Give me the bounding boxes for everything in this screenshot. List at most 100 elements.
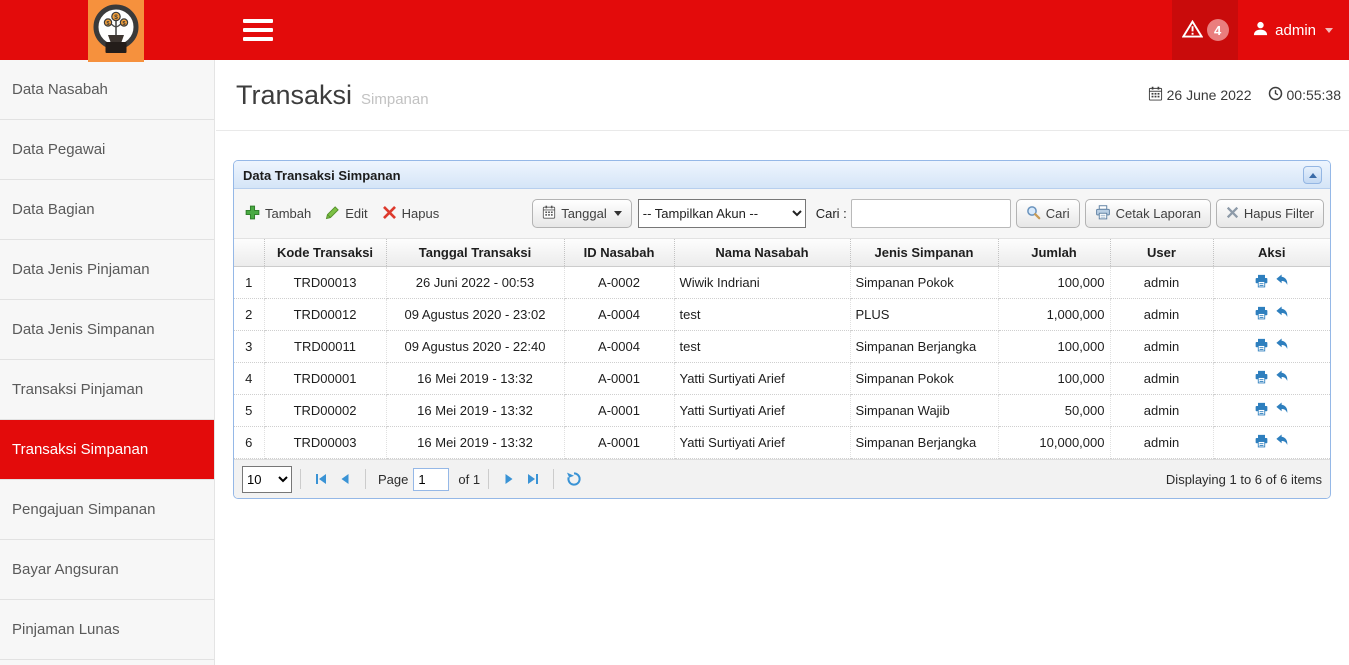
col-jenis-simpanan[interactable]: Jenis Simpanan <box>850 239 998 267</box>
cell-kode-transaksi: TRD00002 <box>264 395 386 427</box>
print-transaction-icon[interactable] <box>1254 434 1269 451</box>
tanggal-dropdown-button[interactable]: Tanggal <box>532 199 632 228</box>
table-header: Kode Transaksi Tanggal Transaksi ID Nasa… <box>234 239 1330 267</box>
print-transaction-icon[interactable] <box>1254 338 1269 355</box>
cell-jumlah: 100,000 <box>998 331 1110 363</box>
sidebar-item-data-nasabah[interactable]: Data Nasabah <box>0 60 214 120</box>
time-text: 00:55:38 <box>1287 87 1342 103</box>
user-dropdown[interactable]: admin <box>1238 0 1349 60</box>
table-row[interactable]: 2TRD0001209 Agustus 2020 - 23:02A-0004te… <box>234 299 1330 331</box>
panel-toolbar: Tambah Edit Hapus Tanggal <box>234 189 1330 239</box>
data-panel: Data Transaksi Simpanan Tambah Edit <box>233 160 1331 499</box>
next-page-button[interactable] <box>497 467 521 491</box>
tampilkan-akun-select[interactable]: -- Tampilkan Akun -- <box>638 199 806 228</box>
edit-button[interactable]: Edit <box>318 201 374 227</box>
cell-id-nasabah: A-0001 <box>564 395 674 427</box>
svg-text:$: $ <box>114 14 118 21</box>
date-display: 26 June 2022 <box>1148 86 1252 104</box>
cell-nama-nasabah: Wiwik Indriani <box>674 267 850 299</box>
cell-user: admin <box>1110 363 1213 395</box>
pencil-icon <box>325 205 340 223</box>
notifications-button[interactable]: 4 <box>1172 0 1238 60</box>
sidebar: Data NasabahData PegawaiData BagianData … <box>0 60 215 665</box>
cell-jenis-simpanan: Simpanan Pokok <box>850 267 998 299</box>
sidebar-item-data-bagian[interactable]: Data Bagian <box>0 180 214 240</box>
cell-aksi <box>1213 267 1330 299</box>
menu-icon <box>243 19 273 23</box>
sidebar-item-data-jenis-pinjaman[interactable]: Data Jenis Pinjaman <box>0 240 214 300</box>
cell-jumlah: 100,000 <box>998 267 1110 299</box>
undo-transaction-icon[interactable] <box>1275 338 1290 355</box>
sidebar-item-transaksi-simpanan[interactable]: Transaksi Simpanan <box>0 420 214 480</box>
col-jumlah[interactable]: Jumlah <box>998 239 1110 267</box>
col-nama-nasabah[interactable]: Nama Nasabah <box>674 239 850 267</box>
refresh-icon[interactable] <box>562 467 586 491</box>
cell-user: admin <box>1110 427 1213 459</box>
col-id-nasabah[interactable]: ID Nasabah <box>564 239 674 267</box>
sidebar-item-bayar-angsuran[interactable]: Bayar Angsuran <box>0 540 214 600</box>
last-page-button[interactable] <box>521 467 545 491</box>
print-transaction-icon[interactable] <box>1254 402 1269 419</box>
cell-jumlah: 1,000,000 <box>998 299 1110 331</box>
print-transaction-icon[interactable] <box>1254 370 1269 387</box>
table-row[interactable]: 6TRD0000316 Mei 2019 - 13:32A-0001Yatti … <box>234 427 1330 459</box>
first-page-button[interactable] <box>309 467 333 491</box>
table-row[interactable]: 1TRD0001326 Juni 2022 - 00:53A-0002Wiwik… <box>234 267 1330 299</box>
cell-kode-transaksi: TRD00011 <box>264 331 386 363</box>
app-logo[interactable]: $ $ $ <box>88 0 144 62</box>
sidebar-item-transaksi-pinjaman[interactable]: Transaksi Pinjaman <box>0 360 214 420</box>
panel-title: Data Transaksi Simpanan <box>243 168 401 183</box>
cell-tanggal-transaksi: 09 Agustus 2020 - 23:02 <box>386 299 564 331</box>
sidebar-item-pinjaman-lunas[interactable]: Pinjaman Lunas <box>0 600 214 660</box>
undo-transaction-icon[interactable] <box>1275 274 1290 291</box>
calendar-icon <box>542 205 556 222</box>
print-transaction-icon[interactable] <box>1254 306 1269 323</box>
cell-row-number: 4 <box>234 363 264 395</box>
cell-kode-transaksi: TRD00012 <box>264 299 386 331</box>
sidebar-item-data-jenis-simpanan[interactable]: Data Jenis Simpanan <box>0 300 214 360</box>
undo-transaction-icon[interactable] <box>1275 434 1290 451</box>
cell-user: admin <box>1110 267 1213 299</box>
cell-jumlah: 50,000 <box>998 395 1110 427</box>
calendar-icon <box>1148 86 1163 104</box>
clock-icon <box>1268 86 1283 104</box>
tambah-button[interactable]: Tambah <box>238 201 318 227</box>
money-tree-logo-icon: $ $ $ <box>93 4 139 59</box>
table-row[interactable]: 4TRD0000116 Mei 2019 - 13:32A-0001Yatti … <box>234 363 1330 395</box>
sidebar-item-pengajuan-simpanan[interactable]: Pengajuan Simpanan <box>0 480 214 540</box>
datetime-display: 26 June 2022 00:55:38 <box>1148 86 1341 104</box>
sidebar-toggle-button[interactable] <box>243 14 277 46</box>
page-of-label: of 1 <box>458 472 480 487</box>
user-icon <box>1252 20 1269 41</box>
page-size-select[interactable]: 10 <box>242 466 292 493</box>
cell-aksi <box>1213 427 1330 459</box>
cell-aksi <box>1213 299 1330 331</box>
undo-transaction-icon[interactable] <box>1275 306 1290 323</box>
cari-button[interactable]: Cari <box>1016 199 1080 228</box>
cell-jenis-simpanan: Simpanan Wajib <box>850 395 998 427</box>
pagination-status: Displaying 1 to 6 of 6 items <box>1166 472 1322 487</box>
page-number-input[interactable] <box>413 468 449 491</box>
cell-row-number: 6 <box>234 427 264 459</box>
col-user[interactable]: User <box>1110 239 1213 267</box>
search-input[interactable] <box>851 199 1011 228</box>
table-row[interactable]: 3TRD0001109 Agustus 2020 - 22:40A-0004te… <box>234 331 1330 363</box>
sidebar-item-data-pegawai[interactable]: Data Pegawai <box>0 120 214 180</box>
undo-transaction-icon[interactable] <box>1275 402 1290 419</box>
panel-collapse-button[interactable] <box>1303 166 1322 184</box>
col-kode-transaksi[interactable]: Kode Transaksi <box>264 239 386 267</box>
cell-row-number: 5 <box>234 395 264 427</box>
cell-aksi <box>1213 395 1330 427</box>
prev-page-button[interactable] <box>333 467 357 491</box>
col-tanggal-transaksi[interactable]: Tanggal Transaksi <box>386 239 564 267</box>
table-row[interactable]: 5TRD0000216 Mei 2019 - 13:32A-0001Yatti … <box>234 395 1330 427</box>
print-transaction-icon[interactable] <box>1254 274 1269 291</box>
hapus-filter-button[interactable]: Hapus Filter <box>1216 199 1324 228</box>
hapus-button[interactable]: Hapus <box>375 201 447 227</box>
cell-nama-nasabah: Yatti Surtiyati Arief <box>674 363 850 395</box>
undo-transaction-icon[interactable] <box>1275 370 1290 387</box>
cari-label: Cari : <box>816 206 847 221</box>
cetak-laporan-button[interactable]: Cetak Laporan <box>1085 199 1211 228</box>
cell-tanggal-transaksi: 16 Mei 2019 - 13:32 <box>386 363 564 395</box>
cell-aksi <box>1213 363 1330 395</box>
